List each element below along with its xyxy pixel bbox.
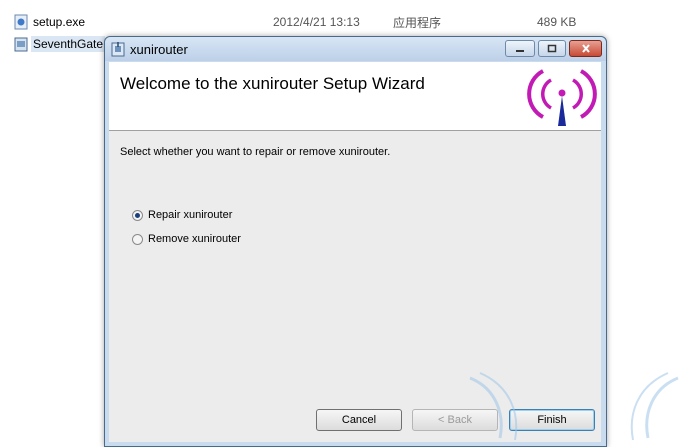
msi-package-icon [14, 37, 28, 52]
cancel-button[interactable]: Cancel [316, 409, 402, 431]
minimize-button[interactable] [505, 40, 535, 57]
remove-radio[interactable] [132, 233, 143, 245]
banner-title: Welcome to the xunirouter Setup Wizard [120, 74, 425, 93]
close-button[interactable] [569, 40, 602, 57]
remove-option[interactable]: Remove xunirouter [132, 233, 241, 245]
watermark-logo [469, 372, 679, 441]
file-name: setup.exe [33, 15, 86, 29]
file-type: 应用程序 [393, 15, 442, 30]
wizard-banner: Welcome to the xunirouter Setup Wizard [109, 62, 601, 131]
close-icon [570, 41, 601, 56]
wireless-antenna-icon [527, 69, 597, 126]
file-name: SeventhGate [31, 36, 106, 52]
file-size: 489 KB [537, 15, 577, 29]
repair-radio[interactable] [132, 209, 143, 221]
file-row-setup[interactable]: setup.exe 2012/4/21 13:13 应用程序 489 KB [0, 12, 683, 32]
minimize-icon [506, 41, 534, 56]
installer-icon [111, 42, 125, 57]
setup-exe-icon [14, 14, 28, 30]
repair-option[interactable]: Repair xunirouter [132, 209, 232, 221]
maximize-icon [539, 41, 565, 56]
maximize-button[interactable] [538, 40, 566, 57]
title-bar[interactable]: xunirouter [105, 37, 606, 61]
file-date: 2012/4/21 13:13 [273, 15, 360, 29]
window-title: xunirouter [130, 42, 188, 57]
remove-label: Remove xunirouter [148, 233, 241, 245]
instruction-text: Select whether you want to repair or rem… [120, 146, 391, 158]
repair-label: Repair xunirouter [148, 209, 233, 221]
